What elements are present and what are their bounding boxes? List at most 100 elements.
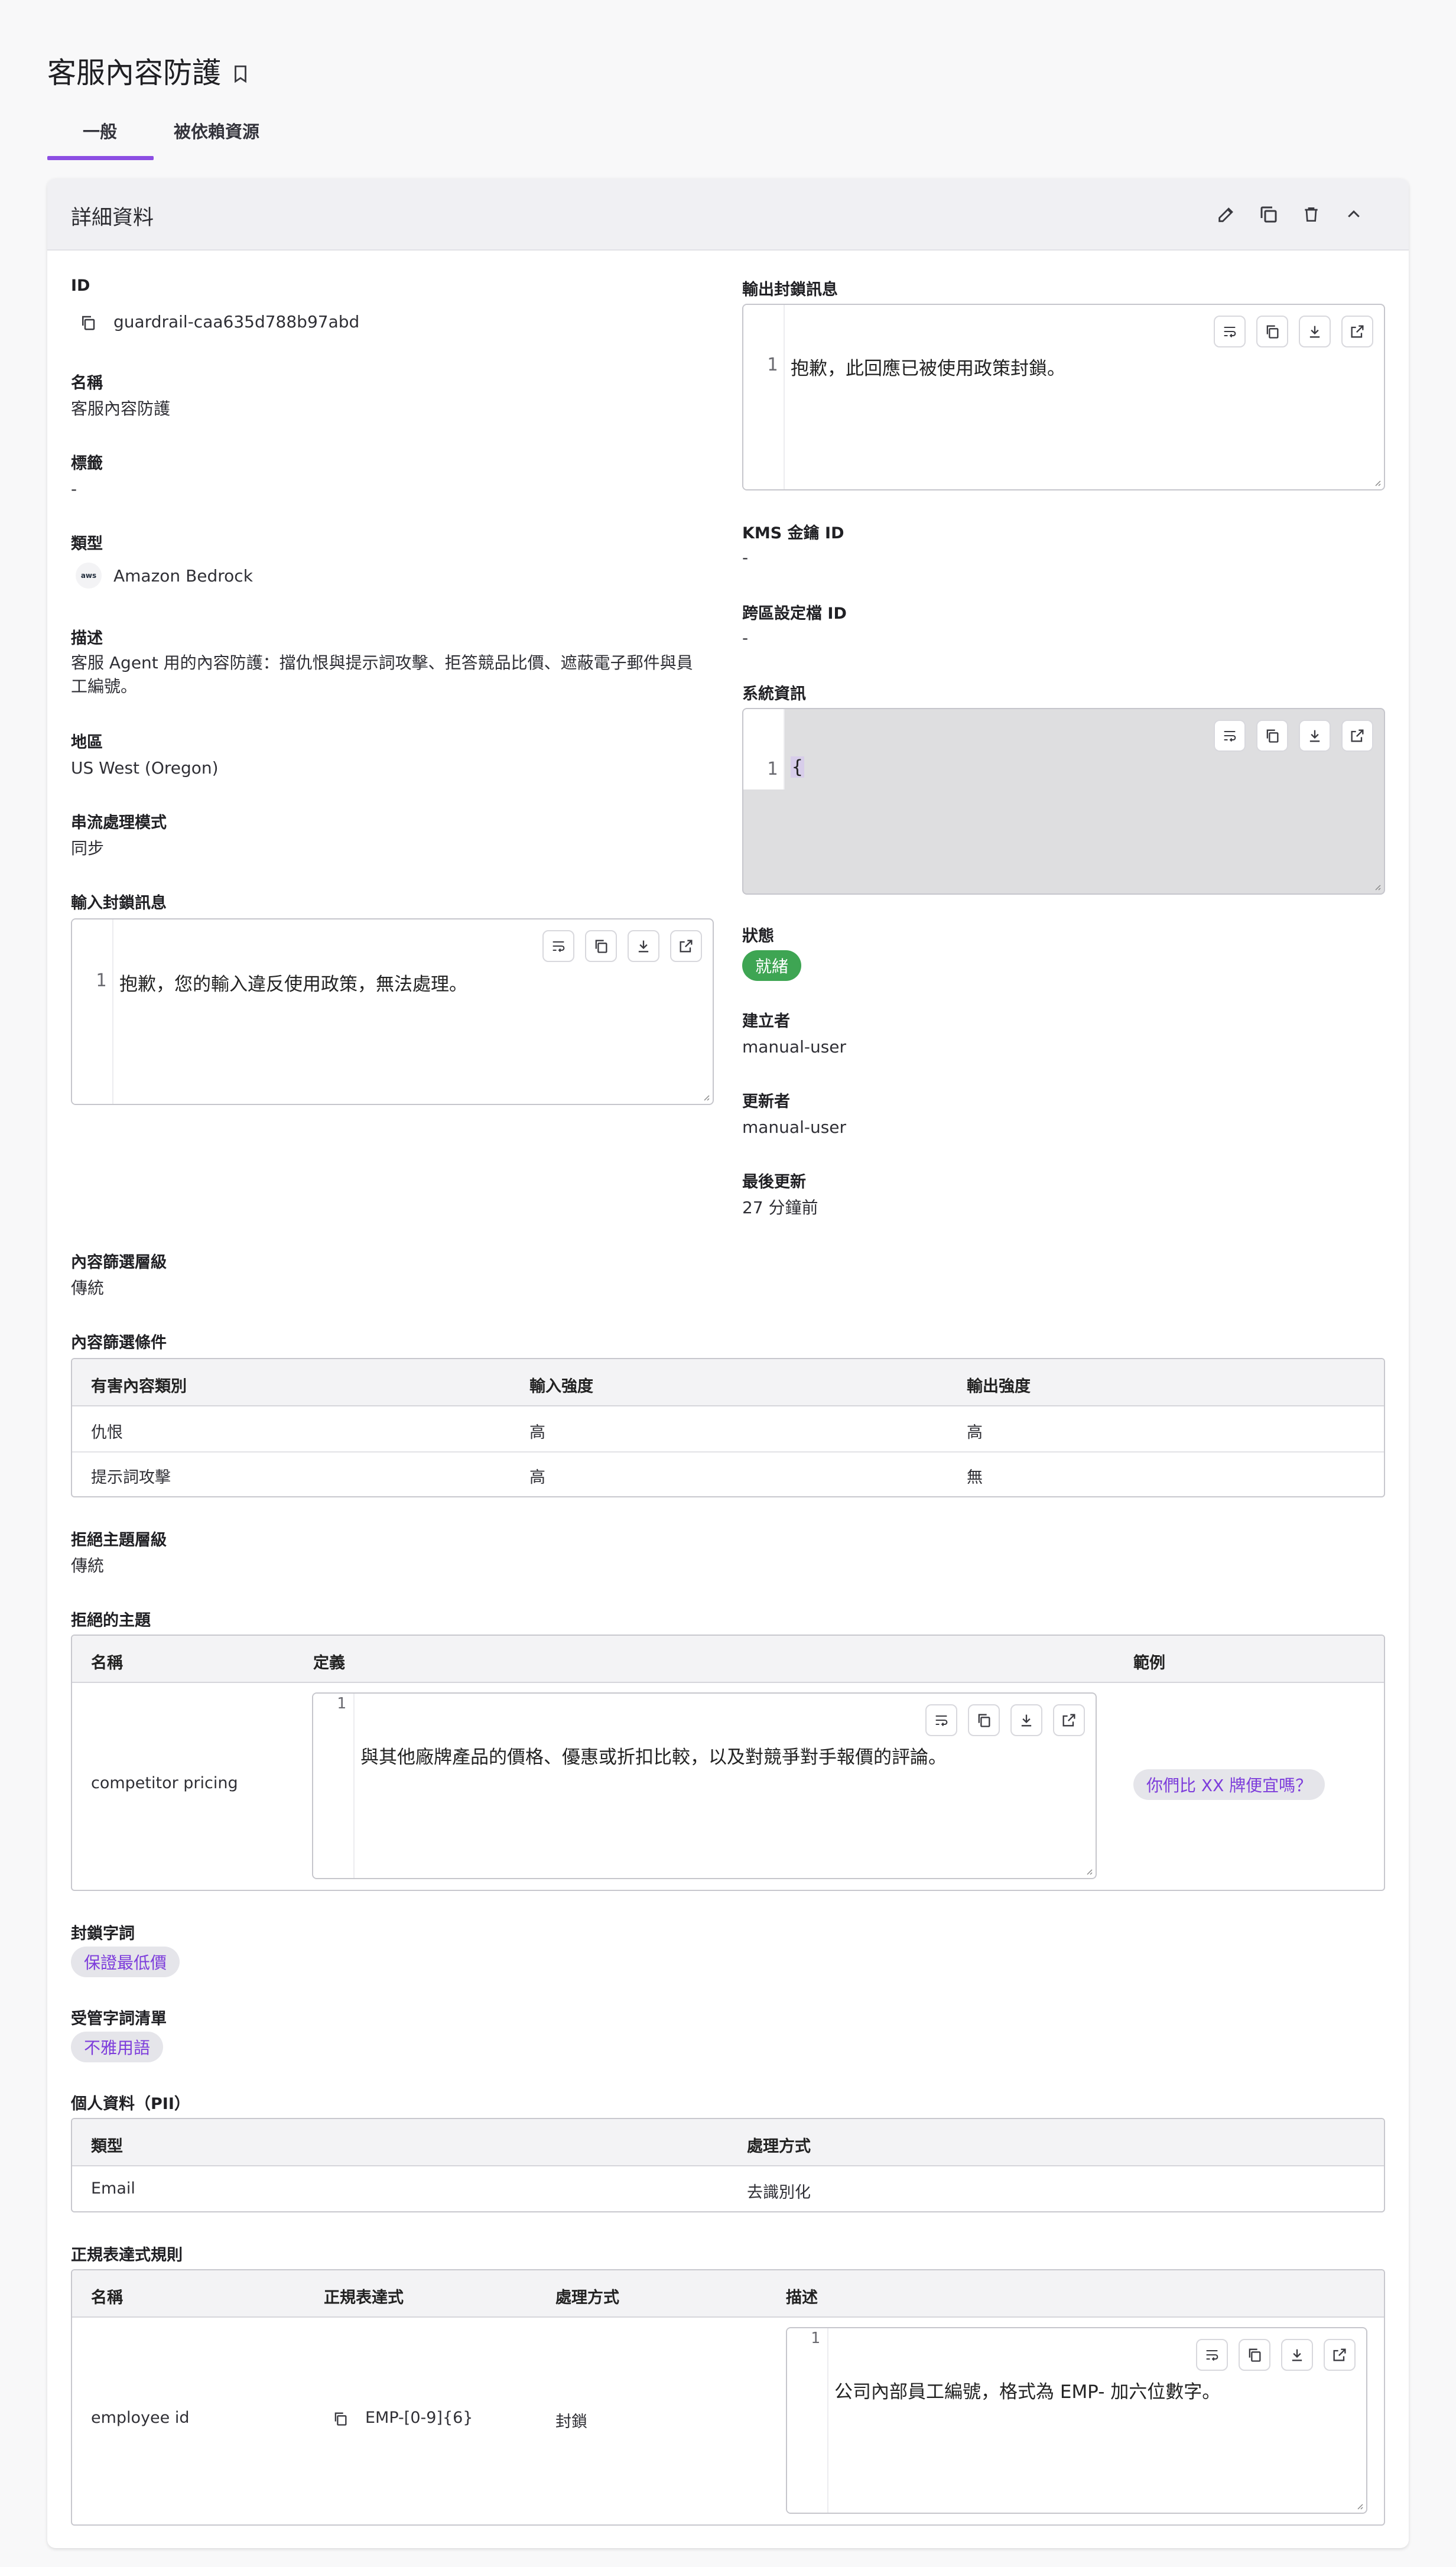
card-header: 詳細資料 [47, 178, 1409, 251]
topic-definition-editor[interactable]: 1 與其他廠牌產品的價格、優惠或折扣比較，以及對競爭對手報價的評論。 [312, 1692, 1097, 1879]
description-line-1: 客服 Agent 用的內容防護：擋仇恨與提示詞攻擊、拒答競品比價、遮蔽電子郵件與… [71, 653, 693, 672]
resize-handle-icon[interactable] [1372, 882, 1382, 891]
table-header: 名稱 正規表達式 處理方式 描述 [72, 2270, 1384, 2318]
download-icon[interactable] [1299, 316, 1331, 347]
output-block-label: 輸出封鎖訊息 [742, 281, 838, 299]
resize-handle-icon[interactable] [701, 1092, 710, 1101]
tab-dependencies[interactable]: 被依賴資源 [174, 118, 259, 143]
managed-words-label: 受管字詞清單 [71, 2010, 167, 2028]
denied-topic-tier-value: 傳統 [71, 1556, 105, 1575]
description-line-2: 工編號。 [71, 677, 138, 696]
download-icon[interactable] [628, 930, 659, 962]
resize-handle-icon[interactable] [1354, 2501, 1364, 2510]
pii-table: 類型 處理方式 Email 去識別化 [71, 2118, 1385, 2212]
column-header: 處理方式 [747, 2137, 811, 2156]
kms-key-label: KMS 金鑰 ID [742, 524, 844, 542]
open-external-icon[interactable] [670, 930, 702, 962]
wrap-icon[interactable] [542, 930, 574, 962]
system-info-editor[interactable]: 1 { [742, 708, 1385, 895]
denied-topic-tier-label: 拒絕主題層級 [71, 1531, 167, 1549]
cross-region-label: 跨區設定檔 ID [742, 605, 847, 623]
open-external-icon[interactable] [1341, 316, 1373, 347]
blocked-word-chip: 保證最低價 [71, 1947, 180, 1977]
column-header: 正規表達式 [324, 2289, 404, 2307]
wrap-icon[interactable] [1214, 720, 1246, 752]
table-cell: 去識別化 [747, 2183, 811, 2202]
copy-icon[interactable] [332, 2410, 349, 2430]
system-info-label: 系統資訊 [742, 685, 806, 703]
editor-gutter [787, 2328, 828, 2513]
content-filter-tier-label: 內容篩選層級 [71, 1253, 167, 1272]
copy-icon[interactable] [1239, 2339, 1270, 2371]
wrap-icon[interactable] [925, 1704, 957, 1736]
editor-text: { [791, 756, 804, 778]
tags-label: 標籤 [71, 454, 103, 473]
collapse-icon[interactable] [1338, 199, 1370, 230]
column-header: 處理方式 [555, 2289, 619, 2307]
creator-label: 建立者 [742, 1012, 790, 1031]
resize-handle-icon[interactable] [1084, 1866, 1093, 1876]
regex-action: 封鎖 [555, 2413, 587, 2431]
table-cell: Email [91, 2179, 135, 2198]
wrap-icon[interactable] [1196, 2339, 1228, 2371]
line-number: 1 [337, 1695, 346, 1713]
table-cell: 高 [529, 1424, 545, 1442]
edit-icon[interactable] [1210, 199, 1242, 230]
copy-icon[interactable] [585, 930, 617, 962]
open-external-icon[interactable] [1324, 2339, 1356, 2371]
resize-handle-icon[interactable] [1372, 477, 1382, 487]
active-tab-indicator [47, 156, 154, 160]
last-updated-label: 最後更新 [742, 1173, 806, 1191]
type-value: Amazon Bedrock [113, 566, 253, 586]
regex-name: employee id [91, 2409, 190, 2427]
copy-icon[interactable] [1256, 720, 1288, 752]
input-block-editor[interactable]: 1 抱歉，您的輸入違反使用政策，無法處理。 [71, 918, 714, 1105]
wrap-icon[interactable] [1214, 316, 1246, 347]
download-icon[interactable] [1010, 1704, 1042, 1736]
table-header: 名稱 定義 範例 [72, 1636, 1384, 1683]
column-header: 範例 [1133, 1654, 1165, 1672]
table-header: 類型 處理方式 [72, 2119, 1384, 2166]
page-title: 客服內容防護 [47, 56, 222, 90]
id-value: guardrail-caa635d788b97abd [113, 312, 360, 332]
delete-icon[interactable] [1295, 199, 1327, 230]
open-external-icon[interactable] [1053, 1704, 1085, 1736]
description-label: 描述 [71, 629, 103, 648]
bookmark-icon[interactable] [230, 63, 251, 85]
copy-icon[interactable] [968, 1704, 1000, 1736]
topic-name: competitor pricing [91, 1774, 238, 1792]
aws-logo-icon: aws [76, 563, 102, 589]
column-header: 有害內容類別 [91, 1377, 187, 1396]
column-header: 定義 [313, 1654, 345, 1672]
table-cell: 無 [967, 1468, 983, 1487]
output-block-editor[interactable]: 1 抱歉，此回應已被使用政策封鎖。 [742, 304, 1385, 490]
download-icon[interactable] [1299, 720, 1331, 752]
denied-topics-label: 拒絕的主題 [71, 1611, 151, 1630]
content-filter-table: 有害內容類別 輸入強度 輸出強度 仇恨 高 高 提示詞攻擊 高 無 [71, 1358, 1385, 1497]
regex-table: 名稱 正規表達式 處理方式 描述 employee id EMP-[0-9]{6… [71, 2269, 1385, 2526]
row-divider [72, 1451, 1384, 1453]
editor-text: 抱歉，此回應已被使用政策封鎖。 [791, 358, 1065, 379]
copy-icon[interactable] [1256, 316, 1288, 347]
stream-mode-label: 串流處理模式 [71, 814, 167, 832]
column-header: 描述 [786, 2289, 818, 2307]
editor-gutter [313, 1694, 355, 1878]
card-title: 詳細資料 [71, 206, 154, 230]
open-external-icon[interactable] [1341, 720, 1373, 752]
copy-icon[interactable] [79, 313, 97, 334]
regex-description-editor[interactable]: 1 公司內部員工編號，格式為 EMP- 加六位數字。 [786, 2327, 1367, 2514]
region-label: 地區 [71, 733, 103, 752]
updater-value: manual-user [742, 1117, 847, 1137]
duplicate-icon[interactable] [1253, 199, 1285, 230]
kms-key-value: - [742, 548, 749, 567]
download-icon[interactable] [1281, 2339, 1313, 2371]
id-label: ID [71, 277, 90, 295]
status-badge: 就緒 [742, 950, 802, 981]
editor-gutter [743, 709, 785, 789]
cross-region-value: - [742, 628, 749, 648]
last-updated-value: 27 分鐘前 [742, 1198, 818, 1217]
line-number: 1 [96, 970, 107, 991]
tab-general[interactable]: 一般 [83, 118, 117, 143]
pii-label: 個人資料（PII） [71, 2095, 190, 2113]
table-cell: 高 [967, 1424, 983, 1442]
